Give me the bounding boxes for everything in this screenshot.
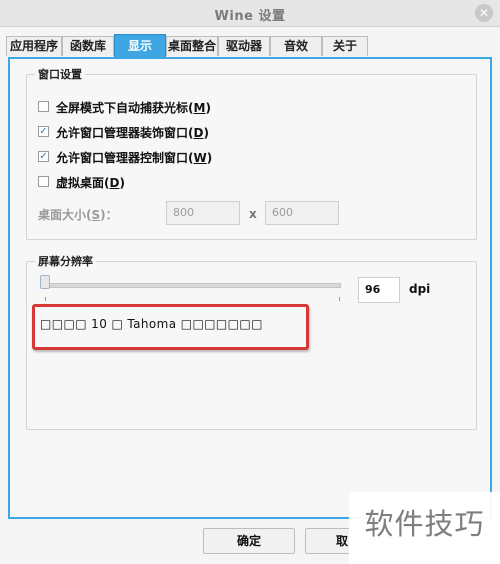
allow-decorate-checkbox[interactable]: ✓ <box>38 126 49 137</box>
watermark-logo: 软件技巧 <box>349 492 500 564</box>
resolution-title: 屏幕分辨率 <box>35 253 96 269</box>
dpi-input[interactable]: 96 <box>358 277 400 303</box>
window-title: Wine 设置 <box>214 9 286 24</box>
title-bar: Wine 设置 ✕ <box>0 0 500 27</box>
window-settings-title: 窗口设置 <box>35 66 85 82</box>
tab-libraries[interactable]: 函数库 <box>62 36 114 56</box>
slider-tick <box>339 297 340 301</box>
desktop-size-label: 桌面大小(S)： <box>38 208 118 222</box>
graphics-panel: 窗口设置 全屏模式下自动捕获光标(M) ✓ 允许窗口管理器装饰窗口(D) ✓ 允… <box>8 57 492 519</box>
allow-control-checkbox[interactable]: ✓ <box>38 151 49 162</box>
capture-mouse-checkbox[interactable] <box>38 101 49 112</box>
size-separator: x <box>249 207 257 221</box>
tab-audio[interactable]: 音效 <box>270 36 322 56</box>
virtual-desktop-checkbox[interactable] <box>38 176 49 187</box>
dpi-unit-label: dpi <box>409 282 431 296</box>
tab-desktop-integration[interactable]: 桌面整合 <box>166 36 218 56</box>
dpi-slider-track[interactable] <box>43 283 341 288</box>
dpi-slider-handle[interactable] <box>40 275 50 289</box>
tab-graphics[interactable]: 显示 <box>114 34 166 58</box>
desktop-height-field[interactable]: 600 <box>265 201 339 225</box>
tab-about[interactable]: 关于 <box>322 36 368 56</box>
annotation-highlight-box <box>32 304 309 350</box>
ok-button[interactable]: 确定 <box>203 528 295 554</box>
tab-applications[interactable]: 应用程序 <box>6 36 62 56</box>
desktop-width-field[interactable]: 800 <box>166 201 240 225</box>
tab-drives[interactable]: 驱动器 <box>218 36 270 56</box>
close-icon[interactable]: ✕ <box>475 4 493 22</box>
slider-tick <box>45 297 46 301</box>
